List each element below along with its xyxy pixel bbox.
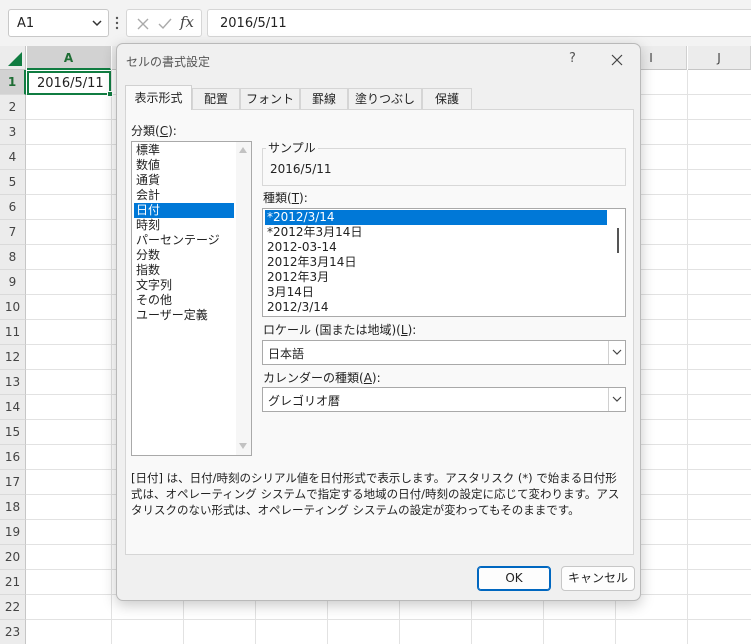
cancel-button[interactable]: キャンセル (561, 566, 635, 591)
row-header-6[interactable]: 6 (0, 195, 26, 220)
row-header-20[interactable]: 20 (0, 545, 26, 570)
more-options-icon[interactable] (114, 14, 120, 32)
tab-alignment[interactable]: 配置 (192, 88, 240, 109)
locale-dropdown[interactable]: 日本語 (262, 340, 626, 365)
type-item[interactable]: 3月14日 (265, 285, 607, 300)
locale-label: ロケール (国または地域)(L): (263, 323, 417, 337)
tab-fill[interactable]: 塗りつぶし (348, 88, 422, 109)
column-header-a[interactable]: A (27, 46, 111, 70)
category-item[interactable]: 通貨 (134, 173, 234, 188)
formula-text: 2016/5/11 (220, 16, 287, 31)
row-header-14[interactable]: 14 (0, 395, 26, 420)
ok-button[interactable]: OK (477, 566, 551, 591)
formula-bar: A1 fx 2016/5/11 (0, 0, 751, 46)
sample-value: 2016/5/11 (270, 162, 332, 176)
category-list[interactable]: 標準 数値 通貨 会計 日付 時刻 パーセンテージ 分数 指数 文字列 その他 … (131, 141, 252, 456)
close-icon[interactable] (610, 53, 624, 67)
locale-dropdown-button[interactable] (608, 341, 625, 364)
tab-protection[interactable]: 保護 (422, 88, 472, 109)
cell-a1-value: 2016/5/11 (37, 76, 104, 91)
type-item[interactable]: 2012/3/14 (265, 300, 607, 315)
row-header-11[interactable]: 11 (0, 320, 26, 345)
category-scrollbar[interactable] (236, 142, 251, 455)
type-item[interactable]: *2012年3月14日 (265, 225, 607, 240)
fill-handle[interactable] (107, 91, 113, 97)
type-item-selected[interactable]: *2012/3/14 (265, 210, 607, 225)
row-header-15[interactable]: 15 (0, 420, 26, 445)
format-description: [日付] は、日付/時刻のシリアル値を日付形式で表示します。アスタリスク (*)… (131, 471, 620, 517)
row-header-23[interactable]: 23 (0, 620, 26, 644)
tab-font[interactable]: フォント (240, 88, 300, 109)
sample-label: サンプル (266, 139, 318, 156)
category-label: 分類(C): (131, 124, 177, 138)
cancel-icon[interactable] (135, 16, 151, 32)
type-list[interactable]: *2012/3/14 *2012年3月14日 2012-03-14 2012年3… (262, 208, 626, 317)
category-item[interactable]: 時刻 (134, 218, 234, 233)
formula-buttons: fx (126, 9, 202, 37)
insert-function-icon[interactable]: fx (180, 13, 194, 31)
row-header-17[interactable]: 17 (0, 470, 26, 495)
type-label: 種類(T): (263, 191, 308, 205)
category-item[interactable]: 分数 (134, 248, 234, 263)
row-header-18[interactable]: 18 (0, 495, 26, 520)
select-all-triangle-icon (8, 52, 22, 66)
row-header-19[interactable]: 19 (0, 520, 26, 545)
category-item-selected[interactable]: 日付 (134, 203, 234, 218)
select-all-corner[interactable] (0, 46, 26, 70)
category-item[interactable]: パーセンテージ (134, 233, 234, 248)
chevron-down-icon[interactable] (90, 16, 104, 30)
type-item[interactable]: 2012年3月 (265, 270, 607, 285)
category-item[interactable]: その他 (134, 293, 234, 308)
row-header-9[interactable]: 9 (0, 270, 26, 295)
formula-input[interactable]: 2016/5/11 (207, 9, 751, 37)
row-header-2[interactable]: 2 (0, 95, 26, 120)
calendar-dropdown-button[interactable] (608, 388, 625, 411)
row-header-12[interactable]: 12 (0, 345, 26, 370)
scroll-down-icon[interactable] (239, 443, 247, 449)
row-header-21[interactable]: 21 (0, 570, 26, 595)
category-item[interactable]: 会計 (134, 188, 234, 203)
row-header-3[interactable]: 3 (0, 120, 26, 145)
dialog-title: セルの書式設定 (126, 55, 211, 69)
row-header-16[interactable]: 16 (0, 445, 26, 470)
calendar-value: グレゴリオ暦 (268, 394, 341, 408)
enter-check-icon[interactable] (157, 16, 173, 32)
category-item[interactable]: 指数 (134, 263, 234, 278)
name-box-value: A1 (17, 16, 35, 31)
chevron-down-icon (612, 349, 622, 355)
gridline (26, 619, 751, 620)
format-cells-dialog: セルの書式設定 ? 表示形式 配置 フォント 罫線 塗りつぶし 保護 分類(C)… (116, 43, 641, 601)
tab-border[interactable]: 罫線 (300, 88, 348, 109)
row-header-7[interactable]: 7 (0, 220, 26, 245)
tab-strip: 表示形式 配置 フォント 罫線 塗りつぶし 保護 (125, 85, 630, 110)
scroll-up-icon[interactable] (239, 147, 247, 153)
chevron-down-icon (612, 396, 622, 402)
name-box[interactable]: A1 (8, 9, 109, 37)
help-icon[interactable]: ? (569, 51, 576, 66)
column-header-j[interactable]: J (688, 46, 751, 70)
calendar-label: カレンダーの種類(A): (263, 371, 381, 385)
type-scrollbar-thumb[interactable] (617, 228, 619, 253)
category-item[interactable]: ユーザー定義 (134, 308, 234, 323)
gridline (111, 70, 112, 644)
category-item[interactable]: 標準 (134, 143, 234, 158)
type-item[interactable]: 2012年3月14日 (265, 255, 607, 270)
row-header-4[interactable]: 4 (0, 145, 26, 170)
row-header-5[interactable]: 5 (0, 170, 26, 195)
category-item[interactable]: 文字列 (134, 278, 234, 293)
calendar-dropdown[interactable]: グレゴリオ暦 (262, 387, 626, 412)
gridline (687, 70, 688, 644)
tab-number[interactable]: 表示形式 (125, 85, 192, 110)
cell-a1[interactable]: 2016/5/11 (27, 71, 111, 95)
locale-value: 日本語 (268, 347, 305, 361)
row-header-8[interactable]: 8 (0, 245, 26, 270)
type-item[interactable]: 2012-03-14 (265, 240, 607, 255)
row-header-10[interactable]: 10 (0, 295, 26, 320)
row-header-1[interactable]: 1 (0, 70, 26, 95)
row-header-22[interactable]: 22 (0, 595, 26, 620)
row-header-13[interactable]: 13 (0, 370, 26, 395)
category-item[interactable]: 数値 (134, 158, 234, 173)
